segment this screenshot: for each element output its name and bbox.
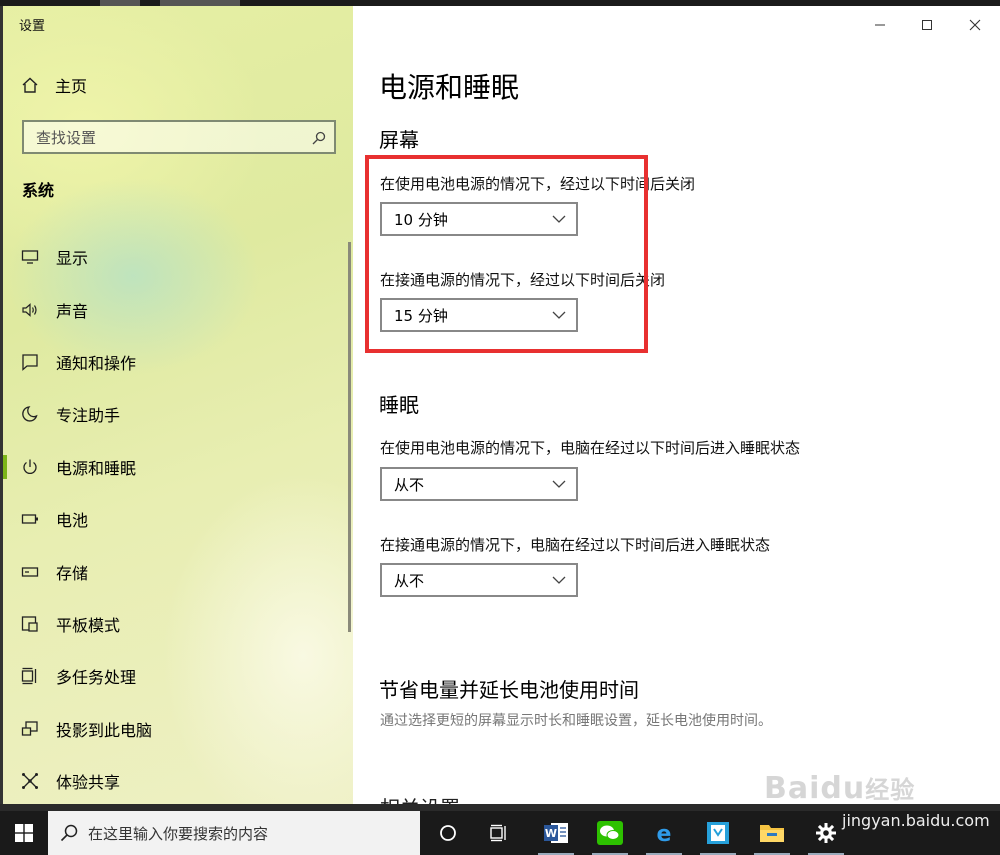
sidebar-item-power-sleep[interactable]: 电源和睡眠 [3, 441, 343, 493]
section-title: 系统 [22, 181, 55, 200]
window-title: 设置 [19, 19, 46, 34]
watermark-url: jingyan.baidu.com [842, 811, 990, 830]
battery-icon [21, 510, 39, 528]
maximize-button[interactable] [904, 10, 950, 40]
sidebar-item-label: 显示 [56, 249, 89, 269]
dropdown-value: 从不 [394, 475, 425, 494]
sleep-battery-label: 在使用电池电源的情况下，电脑在经过以下时间后进入睡眠状态 [380, 439, 801, 457]
task-view-icon [490, 824, 506, 842]
pinned-app-button[interactable] [694, 811, 742, 855]
related-settings-heading: 相关设置 [380, 792, 460, 804]
windows-icon [15, 824, 33, 842]
storage-icon [21, 563, 39, 581]
sidebar-item-shared-experiences[interactable]: 体验共享 [3, 755, 343, 804]
save-power-description: 通过选择更短的屏幕显示时长和睡眠设置，延长电池使用时间。 [380, 713, 772, 729]
file-explorer-icon [760, 825, 784, 842]
minimize-button[interactable] [857, 10, 903, 40]
settings-icon [816, 823, 836, 843]
chevron-down-icon [552, 576, 566, 584]
nav-home[interactable]: 主页 [21, 74, 87, 96]
sidebar-item-tablet-mode[interactable]: 平板模式 [3, 598, 343, 650]
speaker-icon [21, 301, 39, 319]
search-placeholder: 查找设置 [36, 128, 97, 147]
search-icon [312, 130, 326, 145]
tablet-icon [21, 615, 39, 633]
search-icon [60, 824, 78, 842]
file-explorer-button[interactable] [748, 811, 796, 855]
svg-text:W: W [545, 827, 557, 840]
settings-search-input[interactable]: 查找设置 [22, 120, 336, 154]
sidebar-scrollbar[interactable] [348, 242, 351, 632]
chevron-down-icon [552, 480, 566, 488]
cortana-button[interactable] [424, 811, 472, 855]
watermark-logo: Baidu经验 [764, 770, 915, 806]
share-icon [21, 772, 39, 790]
sidebar: 设置 主页 查找设置 系统 显示 声音 通知和操作 专注助手 电源和睡眠 电池 … [3, 6, 353, 804]
taskbar-search-input[interactable]: 在这里输入你要搜索的内容 [48, 811, 420, 855]
home-icon [21, 76, 39, 94]
wechat-app-button[interactable] [586, 811, 634, 855]
sidebar-item-label: 电源和睡眠 [56, 458, 137, 478]
sidebar-item-label: 声音 [56, 301, 89, 321]
sidebar-item-battery[interactable]: 电池 [3, 493, 343, 545]
task-view-button[interactable] [475, 811, 523, 855]
sidebar-item-project-to-pc[interactable]: 投影到此电脑 [3, 703, 343, 755]
sidebar-nav: 显示 声音 通知和操作 专注助手 电源和睡眠 电池 存储 平板模式 多任务处理 … [3, 231, 343, 804]
wechat-icon [597, 821, 623, 845]
power-icon [21, 458, 39, 476]
sidebar-item-sound[interactable]: 声音 [3, 283, 343, 335]
word-icon: W [544, 823, 568, 843]
close-button[interactable] [952, 10, 998, 40]
word-app-button[interactable]: W [532, 811, 580, 855]
save-power-heading: 节省电量并延长电池使用时间 [379, 678, 639, 702]
start-button[interactable] [0, 811, 48, 855]
close-icon [969, 19, 981, 31]
maximize-icon [922, 20, 932, 30]
taskbar-search-placeholder: 在这里输入你要搜索的内容 [88, 824, 269, 843]
sleep-battery-select[interactable]: 从不 [380, 467, 578, 501]
sidebar-item-multitasking[interactable]: 多任务处理 [3, 650, 343, 702]
edge-icon: e [657, 822, 672, 845]
sidebar-item-label: 存储 [56, 563, 89, 583]
sidebar-item-label: 投影到此电脑 [56, 720, 153, 740]
edge-app-button[interactable]: e [640, 811, 688, 855]
settings-window: 设置 主页 查找设置 系统 显示 声音 通知和操作 专注助手 电源和睡眠 电池 … [0, 6, 1000, 804]
screen-heading: 屏幕 [379, 128, 419, 152]
watermark-bai: Bai [764, 771, 821, 806]
display-icon [21, 248, 39, 266]
sleep-heading: 睡眠 [379, 393, 419, 417]
highlight-box [365, 155, 648, 353]
nav-home-label: 主页 [55, 77, 88, 96]
sleep-plugged-label: 在接通电源的情况下，电脑在经过以下时间后进入睡眠状态 [380, 536, 771, 554]
sidebar-item-label: 平板模式 [56, 615, 121, 635]
sidebar-item-label: 电池 [56, 511, 89, 531]
sidebar-item-label: 体验共享 [56, 773, 121, 793]
moon-icon [21, 405, 39, 423]
watermark-jingyan: 经验 [865, 776, 916, 804]
sidebar-item-display[interactable]: 显示 [3, 231, 343, 283]
cortana-icon [440, 825, 456, 841]
page-title: 电源和睡眠 [379, 71, 520, 104]
project-icon [21, 720, 39, 738]
sleep-plugged-select[interactable]: 从不 [380, 563, 578, 597]
sidebar-item-label: 通知和操作 [56, 353, 137, 373]
svg-text:e: e [657, 822, 672, 845]
dropdown-value: 从不 [394, 571, 425, 590]
sidebar-item-focus-assist[interactable]: 专注助手 [3, 388, 343, 440]
app-icon [707, 822, 729, 844]
watermark-du: du [820, 771, 866, 806]
sidebar-item-notifications[interactable]: 通知和操作 [3, 336, 343, 388]
sidebar-item-storage[interactable]: 存储 [3, 545, 343, 597]
minimize-icon [875, 24, 885, 26]
main-content: 电源和睡眠 屏幕 在使用电池电源的情况下，经过以下时间后关闭 10 分钟 在接通… [353, 6, 1000, 804]
sidebar-item-label: 专注助手 [56, 406, 121, 426]
notification-icon [21, 353, 39, 371]
multitask-icon [21, 667, 39, 685]
sidebar-item-label: 多任务处理 [56, 668, 137, 688]
